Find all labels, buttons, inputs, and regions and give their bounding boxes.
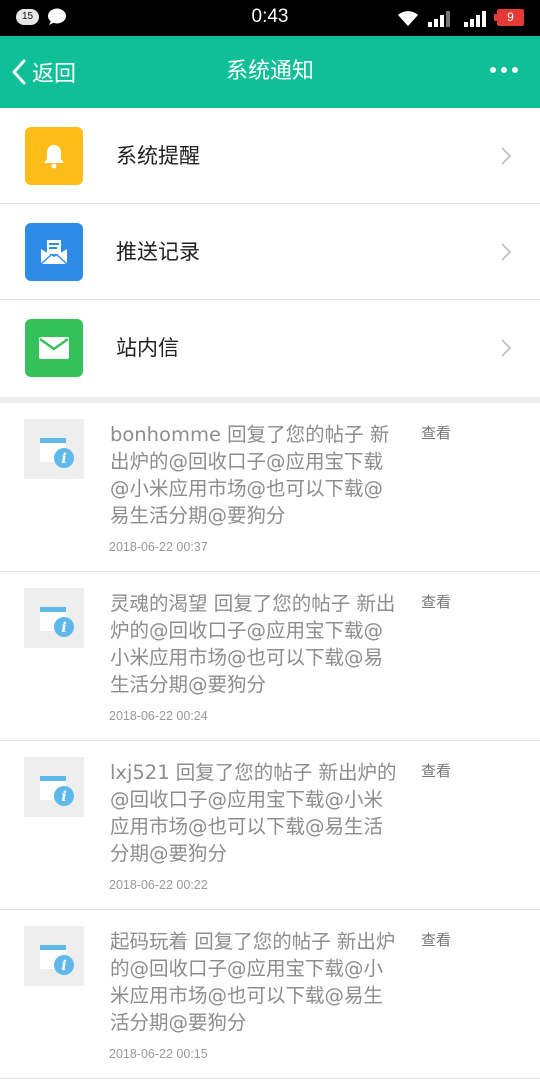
view-button[interactable]: 查看 — [421, 591, 451, 612]
page-title: 系统通知 — [225, 59, 314, 84]
view-button[interactable]: 查看 — [421, 422, 451, 443]
svg-text:i: i — [61, 958, 66, 974]
category-push-records[interactable]: 推送记录 — [0, 204, 540, 300]
svg-text:i: i — [61, 451, 66, 467]
bell-icon — [25, 127, 83, 185]
notification-text: bonhomme 回复了您的帖子 新出炉的@回收口子@应用宝下载@小米应用市场@… — [110, 423, 390, 527]
notification-time: 2018-06-22 00:37 — [109, 540, 208, 554]
category-list: 系统提醒 推送记录 站内信 — [0, 108, 540, 396]
info-icon: i — [24, 757, 84, 817]
notification-list: i bonhomme 回复了您的帖子 新出炉的@回收口子@应用宝下载@小米应用市… — [0, 403, 540, 1079]
view-button[interactable]: 查看 — [421, 760, 451, 781]
notification-item[interactable]: i 灵魂的渴望 回复了您的帖子 新出炉的@回收口子@应用宝下载@小米应用市场@也… — [0, 572, 540, 741]
notification-item[interactable]: i bonhomme 回复了您的帖子 新出炉的@回收口子@应用宝下载@小米应用市… — [0, 403, 540, 572]
notification-text: 灵魂的渴望 回复了您的帖子 新出炉的@回收口子@应用宝下载@小米应用市场@也可以… — [110, 592, 396, 696]
mail-icon — [25, 319, 83, 377]
category-label: 系统提醒 — [116, 144, 200, 168]
info-icon: i — [24, 419, 84, 479]
category-label: 站内信 — [116, 336, 179, 360]
wifi-icon — [398, 11, 418, 26]
notification-time: 2018-06-22 00:24 — [109, 709, 208, 723]
info-icon: i — [24, 588, 84, 648]
notification-text: lxj521 回复了您的帖子 新出炉的@回收口子@应用宝下载@小米应用市场@也可… — [110, 761, 397, 865]
chevron-right-icon — [501, 147, 512, 165]
notification-time: 2018-06-22 00:22 — [109, 878, 208, 892]
svg-text:i: i — [61, 620, 66, 636]
chevron-left-icon — [12, 59, 26, 85]
signal-icon — [464, 11, 486, 27]
notification-time: 2018-06-22 00:15 — [109, 1047, 208, 1061]
more-icon[interactable] — [490, 67, 518, 77]
envelope-open-icon — [25, 223, 83, 281]
notification-item[interactable]: i 起码玩着 回复了您的帖子 新出炉的@回收口子@应用宝下载@小米应用市场@也可… — [0, 910, 540, 1079]
category-site-messages[interactable]: 站内信 — [0, 300, 540, 396]
category-system-reminder[interactable]: 系统提醒 — [0, 108, 540, 204]
status-bar: 15 0:43 9 — [0, 0, 540, 36]
category-label: 推送记录 — [116, 240, 200, 264]
notification-text: 起码玩着 回复了您的帖子 新出炉的@回收口子@应用宝下载@小米应用市场@也可以下… — [110, 930, 396, 1034]
view-button[interactable]: 查看 — [421, 929, 451, 950]
signal-icon — [428, 11, 450, 27]
notification-item[interactable]: i lxj521 回复了您的帖子 新出炉的@回收口子@应用宝下载@小米应用市场@… — [0, 741, 540, 910]
svg-text:i: i — [61, 789, 66, 805]
chevron-right-icon — [501, 243, 512, 261]
back-button[interactable]: 返回 — [10, 36, 76, 108]
battery-indicator: 9 — [494, 9, 524, 26]
back-label: 返回 — [32, 62, 77, 87]
clock: 0:43 — [251, 6, 289, 27]
chevron-right-icon — [501, 339, 512, 357]
app-header: 返回 系统通知 — [0, 36, 540, 108]
info-icon: i — [24, 926, 84, 986]
